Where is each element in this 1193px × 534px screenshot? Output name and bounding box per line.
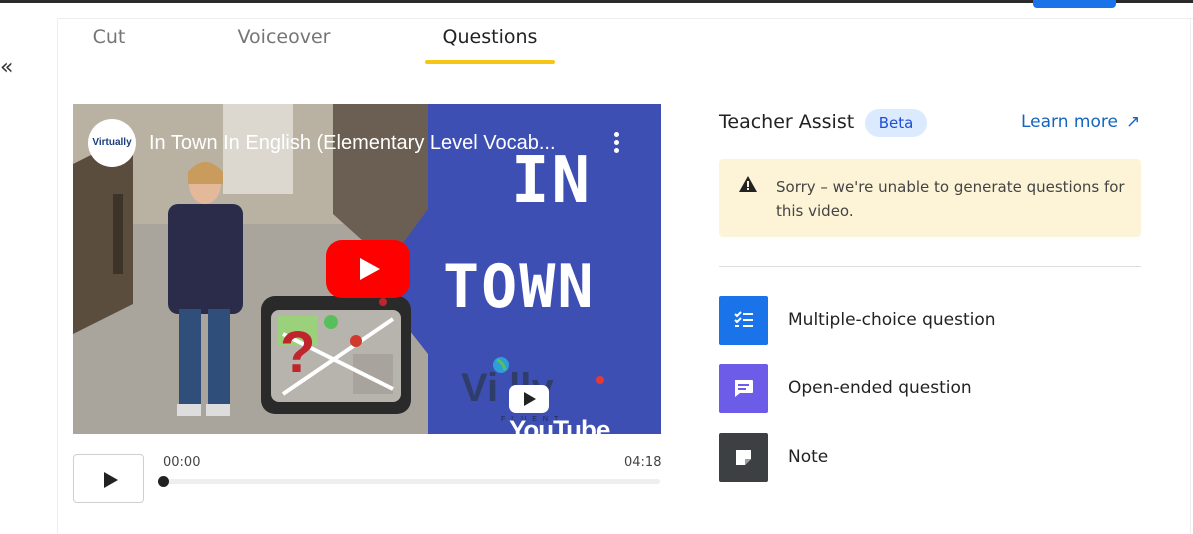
youtube-logo-icon [509, 385, 549, 414]
open-ended-question-option[interactable]: Open-ended question [719, 364, 1139, 414]
youtube-logo[interactable]: YouTube [509, 382, 649, 434]
multiple-choice-question-option[interactable]: Multiple-choice question [719, 296, 1139, 346]
top-blue-button-edge[interactable] [1033, 0, 1116, 8]
youtube-play-icon[interactable] [326, 240, 410, 298]
top-border-dark [0, 0, 1193, 3]
note-option[interactable]: Note [719, 433, 1139, 483]
teacher-assist-title: Teacher Assist [719, 111, 855, 133]
channel-avatar[interactable]: Virtually [88, 119, 136, 167]
tabs-top-divider [58, 18, 1193, 19]
current-time: 00:00 [163, 455, 201, 470]
note-label: Note [788, 447, 829, 467]
comment-icon [719, 364, 768, 413]
tab-voiceover[interactable]: Voiceover [228, 26, 340, 56]
open-ended-label: Open-ended question [788, 378, 972, 398]
progress-thumb[interactable] [158, 476, 169, 487]
video-player[interactable]: ? Virtually In Town In English (Elementa… [73, 104, 661, 434]
beta-badge: Beta [865, 109, 927, 137]
left-rail [0, 18, 58, 534]
section-divider [719, 266, 1141, 267]
unable-to-generate-alert: Sorry – we're unable to generate questio… [719, 159, 1141, 237]
total-time: 04:18 [624, 455, 662, 470]
play-button[interactable] [73, 454, 144, 503]
multiple-choice-label: Multiple-choice question [788, 310, 996, 330]
collapse-sidebar-icon[interactable]: « [0, 56, 20, 80]
alert-message: Sorry – we're unable to generate questio… [776, 178, 1125, 220]
progress-track[interactable] [163, 479, 660, 484]
right-edge-divider [1190, 18, 1191, 534]
thumbnail-text-in: IN [511, 144, 593, 218]
sticky-note-icon [719, 433, 768, 482]
svg-text:?: ? [280, 320, 315, 385]
tab-questions[interactable]: Questions [432, 26, 548, 56]
warning-icon [739, 176, 757, 192]
thumbnail-text-town: TOWN [443, 252, 596, 322]
tab-cut[interactable]: Cut [80, 26, 138, 56]
learn-more-link[interactable]: Learn more ↗ [1021, 112, 1140, 132]
active-tab-indicator [425, 60, 555, 64]
learn-more-label: Learn more [1021, 112, 1118, 132]
checklist-icon [719, 296, 768, 345]
external-link-icon: ↗ [1125, 112, 1141, 132]
